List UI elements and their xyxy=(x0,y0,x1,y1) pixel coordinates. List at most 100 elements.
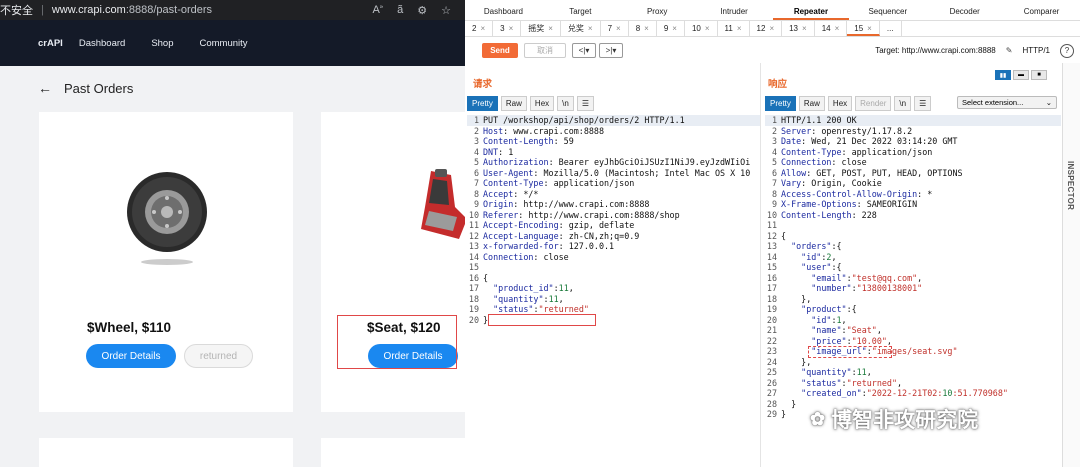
tool-tab-intruder[interactable]: Intruder xyxy=(696,4,773,20)
brand-logo[interactable]: crAPI xyxy=(38,38,63,49)
repeater-tab[interactable]: 兑奖 × xyxy=(561,21,601,36)
code-line: 1 PUT /workshop/api/shop/orders/2 HTTP/1.… xyxy=(467,115,760,126)
nav-link-shop[interactable]: Shop xyxy=(151,38,173,49)
close-icon[interactable]: × xyxy=(867,24,872,33)
edit-target-icon[interactable]: ✎ xyxy=(1006,46,1013,55)
close-icon[interactable]: × xyxy=(480,24,485,33)
line-number: 9 xyxy=(473,199,479,209)
layout-tabs-icon[interactable]: ■ xyxy=(1031,70,1047,80)
cancel-button[interactable]: 取消 xyxy=(524,43,566,58)
line-number: 6 xyxy=(771,167,777,178)
menu-icon[interactable]: ☰ xyxy=(576,96,594,111)
line-text: }, xyxy=(781,356,812,367)
watermark: ✿ 博智非攻研究院 xyxy=(810,404,978,434)
http-version[interactable]: HTTP/1 xyxy=(1022,46,1052,55)
line-number: 16 xyxy=(766,272,777,283)
line-number: 15 xyxy=(766,262,777,272)
code-line: 15 "user":{ xyxy=(765,262,1061,273)
repeater-tab[interactable]: 12 × xyxy=(750,21,783,36)
repeater-tab[interactable]: 14 × xyxy=(815,21,848,36)
request-controls: Send 取消 <|▾ >|▾ Target: http://www.crapi… xyxy=(465,38,1080,63)
nav-link-community[interactable]: Community xyxy=(200,38,248,49)
menu-icon[interactable]: ☰ xyxy=(914,96,932,111)
line-number: 15 xyxy=(468,262,479,272)
back-arrow-icon[interactable]: ← xyxy=(38,80,52,96)
line-text: "product_id":11, xyxy=(493,283,574,293)
tool-tab-sequencer[interactable]: Sequencer xyxy=(849,4,926,20)
render-tab[interactable]: Render xyxy=(855,96,892,111)
repeater-tab[interactable]: 3 × xyxy=(493,21,522,36)
close-icon[interactable]: × xyxy=(616,24,621,33)
tool-tab-dashboard[interactable]: Dashboard xyxy=(465,4,542,20)
repeater-tab[interactable]: 7 × xyxy=(601,21,629,36)
repeater-tab[interactable]: 2 × xyxy=(465,21,494,36)
forward-history-button[interactable]: >|▾ xyxy=(599,43,623,58)
tool-tab-comparer[interactable]: Comparer xyxy=(1003,4,1080,20)
newline-toggle[interactable]: \n xyxy=(894,96,912,111)
code-line: 20 "id":1, xyxy=(765,315,1061,326)
line-number: 11 xyxy=(766,220,777,230)
close-icon[interactable]: × xyxy=(672,24,677,33)
layout-split-vertical-icon[interactable]: ▬ xyxy=(1013,70,1029,80)
line-number: 21 xyxy=(766,325,777,335)
repeater-tab-active[interactable]: 15 × xyxy=(847,21,880,36)
close-icon[interactable]: × xyxy=(769,24,774,33)
line-number: 10 xyxy=(468,209,479,220)
line-text: Origin: http://www.crapi.com:8888 xyxy=(483,199,650,209)
repeater-tab-more[interactable]: ... xyxy=(880,21,902,36)
tool-tab-decoder[interactable]: Decoder xyxy=(926,4,1003,20)
line-text: DNT: 1 xyxy=(483,146,514,157)
nav-link-dashboard[interactable]: Dashboard xyxy=(79,38,125,49)
close-icon[interactable]: × xyxy=(509,24,514,33)
close-icon[interactable]: × xyxy=(548,24,553,33)
order-card-wheel: $Wheel, $110 Order Details returned xyxy=(39,112,293,412)
raw-tab[interactable]: Raw xyxy=(500,96,527,111)
repeater-tab[interactable]: 11 × xyxy=(718,21,750,36)
panel-divider[interactable] xyxy=(760,63,761,467)
translate-icon[interactable]: ã xyxy=(397,4,403,17)
line-number: 7 xyxy=(473,178,479,188)
pretty-tab[interactable]: Pretty xyxy=(467,96,498,111)
pretty-tab[interactable]: Pretty xyxy=(765,96,796,111)
select-extension-dropdown[interactable]: Select extension... ⌄ xyxy=(957,96,1057,109)
tool-tab-repeater[interactable]: Repeater xyxy=(772,4,850,20)
hex-tab[interactable]: Hex xyxy=(529,96,555,111)
hex-tab[interactable]: Hex xyxy=(827,96,853,111)
repeater-tab[interactable]: 9 × xyxy=(657,21,685,36)
repeater-tab[interactable]: 摇奖 × xyxy=(521,21,561,36)
raw-tab[interactable]: Raw xyxy=(798,96,825,111)
url-host: www.crapi.com xyxy=(51,4,126,16)
repeater-tab[interactable]: 13 × xyxy=(782,21,815,36)
tool-tab-target[interactable]: Target xyxy=(542,4,619,20)
repeater-tab[interactable]: 10 × xyxy=(685,21,718,36)
url-text[interactable]: www.crapi.com:8888/past-orders xyxy=(52,4,212,16)
code-line: 3 Content-Length: 59 xyxy=(467,136,760,147)
close-icon[interactable]: × xyxy=(644,24,649,33)
line-text: "status":"returned" xyxy=(493,304,589,314)
close-icon[interactable]: × xyxy=(705,24,710,33)
line-text: "status":"returned", xyxy=(801,377,903,388)
extension-icon[interactable]: ⚙ xyxy=(417,4,427,17)
read-aloud-icon[interactable]: A» xyxy=(372,4,383,17)
order-details-button[interactable]: Order Details xyxy=(86,344,176,368)
send-button[interactable]: Send xyxy=(482,43,518,58)
wheel-image xyxy=(127,172,207,265)
code-line: 14 "id":2, xyxy=(765,252,1061,263)
tool-tab-proxy[interactable]: Proxy xyxy=(619,4,696,20)
newline-toggle[interactable]: \n xyxy=(557,96,574,111)
address-bar[interactable]: 不安全 | www.crapi.com:8888/past-orders A» … xyxy=(0,0,465,20)
close-icon[interactable]: × xyxy=(835,24,840,33)
inspector-sidebar[interactable]: INSPECTOR xyxy=(1062,63,1080,467)
repeater-tab[interactable]: 8 × xyxy=(629,21,657,36)
request-editor[interactable]: 1 PUT /workshop/api/shop/orders/2 HTTP/1.… xyxy=(467,115,760,467)
close-icon[interactable]: × xyxy=(802,24,807,33)
back-history-button[interactable]: <|▾ xyxy=(572,43,596,58)
returned-status-button[interactable]: returned xyxy=(184,344,253,368)
close-icon[interactable]: × xyxy=(737,24,742,33)
layout-split-horizontal-icon[interactable]: ▮▮ xyxy=(995,70,1011,80)
favorites-icon[interactable]: ☆ xyxy=(441,4,451,17)
insecure-label[interactable]: 不安全 xyxy=(0,2,41,18)
close-icon[interactable]: × xyxy=(588,24,593,33)
line-text: Allow: GET, POST, PUT, HEAD, OPTIONS xyxy=(781,167,963,178)
help-icon[interactable]: ? xyxy=(1060,43,1074,58)
